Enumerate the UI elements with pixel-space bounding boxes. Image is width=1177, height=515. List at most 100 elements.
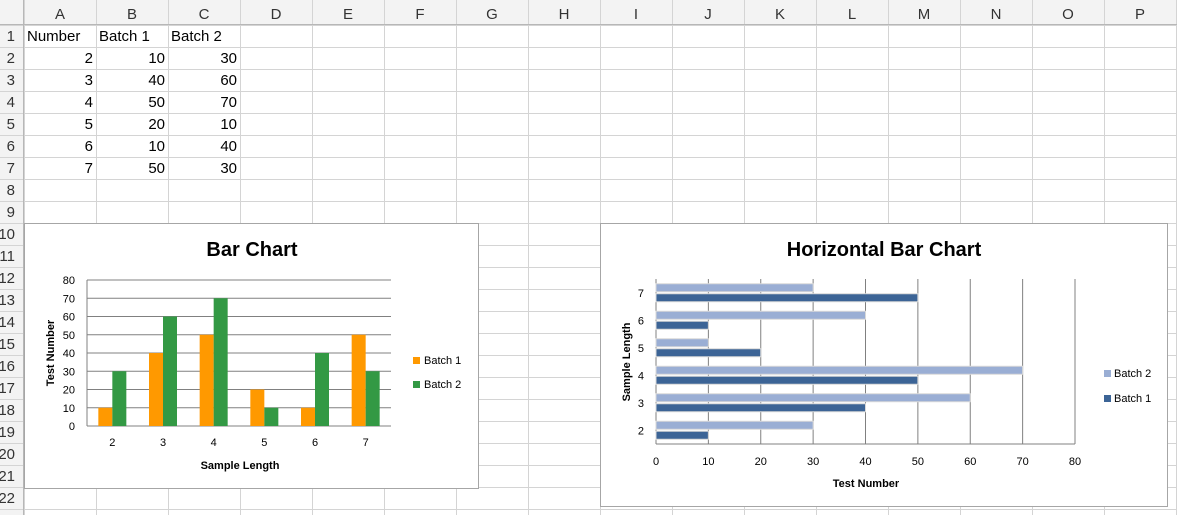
- cell-c2[interactable]: 30: [220, 50, 237, 67]
- bar-batch-1-7[interactable]: [655, 293, 919, 303]
- row-header-11[interactable]: 11: [0, 248, 15, 265]
- cell-a7[interactable]: 7: [85, 160, 93, 177]
- column-header-i[interactable]: I: [634, 6, 638, 23]
- row-header-3[interactable]: 3: [7, 72, 15, 89]
- bar-batch-2-6[interactable]: [315, 353, 329, 426]
- bar-batch-2-4[interactable]: [655, 365, 1024, 375]
- y-tick-label: 3: [638, 398, 644, 410]
- bar-batch-1-5[interactable]: [250, 389, 265, 427]
- x-tick-label: 2: [109, 437, 115, 449]
- column-header-o[interactable]: O: [1062, 6, 1074, 23]
- row-header-13[interactable]: 13: [0, 292, 15, 309]
- bar-batch-1-2[interactable]: [98, 407, 113, 426]
- row-header-22[interactable]: 22: [0, 490, 15, 507]
- bar-batch-2-7[interactable]: [655, 283, 814, 293]
- bar-batch-1-5[interactable]: [655, 348, 762, 358]
- column-header-b[interactable]: B: [127, 6, 137, 23]
- column-header-a[interactable]: A: [55, 6, 65, 23]
- y-tick-label: 4: [638, 370, 644, 382]
- x-tick-label: 3: [160, 437, 166, 449]
- cell-a5[interactable]: 5: [85, 116, 93, 133]
- column-header-f[interactable]: F: [415, 6, 424, 23]
- x-tick-label: 40: [859, 456, 871, 468]
- row-header-19[interactable]: 19: [0, 424, 15, 441]
- cell-b3[interactable]: 40: [148, 72, 165, 89]
- legend-label: Batch 1: [424, 355, 461, 367]
- cell-c3[interactable]: 60: [220, 72, 237, 89]
- row-header-8[interactable]: 8: [7, 182, 15, 199]
- row-header-18[interactable]: 18: [0, 402, 15, 419]
- bar-batch-2-3[interactable]: [655, 393, 971, 403]
- column-header-m[interactable]: M: [918, 6, 931, 23]
- row-header-10[interactable]: 10: [0, 226, 15, 243]
- bar-batch-2-6[interactable]: [655, 310, 866, 320]
- row-header-17[interactable]: 17: [0, 380, 15, 397]
- bar-batch-2-2[interactable]: [655, 420, 814, 430]
- cell-c6[interactable]: 40: [220, 138, 237, 155]
- row-header-7[interactable]: 7: [7, 160, 15, 177]
- cell-b7[interactable]: 50: [148, 160, 165, 177]
- bar-batch-2-5[interactable]: [655, 338, 709, 348]
- column-header-e[interactable]: E: [343, 6, 353, 23]
- cell-b2[interactable]: 10: [148, 50, 165, 67]
- bar-batch-2-4[interactable]: [213, 298, 228, 426]
- legend-label: Batch 2: [424, 379, 461, 391]
- bar-batch-1-6[interactable]: [301, 407, 315, 426]
- y-tick-label: 10: [63, 403, 75, 415]
- row-header-20[interactable]: 20: [0, 446, 15, 463]
- column-header-p[interactable]: P: [1135, 6, 1145, 23]
- cell-a4[interactable]: 4: [85, 94, 93, 111]
- cell-b1[interactable]: Batch 1: [99, 28, 150, 45]
- chart-title: Bar Chart: [206, 239, 297, 261]
- row-header-15[interactable]: 15: [0, 336, 15, 353]
- cell-a6[interactable]: 6: [85, 138, 93, 155]
- cell-a1[interactable]: Number: [27, 28, 80, 45]
- row-header-6[interactable]: 6: [7, 138, 15, 155]
- cell-c7[interactable]: 30: [220, 160, 237, 177]
- cell-b4[interactable]: 50: [148, 94, 165, 111]
- column-header-l[interactable]: L: [848, 6, 856, 23]
- column-header-k[interactable]: K: [775, 6, 785, 23]
- bar-batch-2-3[interactable]: [163, 316, 177, 427]
- bar-batch-1-6[interactable]: [655, 320, 709, 330]
- cell-c4[interactable]: 70: [220, 94, 237, 111]
- column-header-h[interactable]: H: [559, 6, 570, 23]
- cell-c5[interactable]: 10: [220, 116, 237, 133]
- column-header-j[interactable]: J: [704, 6, 712, 23]
- x-tick-label: 6: [312, 437, 318, 449]
- row-header-12[interactable]: 12: [0, 270, 15, 287]
- cell-a3[interactable]: 3: [85, 72, 93, 89]
- bar-chart[interactable]: Bar Chart Test Number Sample Length 0 10 2…: [24, 223, 479, 489]
- column-header-d[interactable]: D: [271, 6, 282, 23]
- row-header-14[interactable]: 14: [0, 314, 15, 331]
- y-tick-label: 20: [63, 385, 75, 397]
- cell-b5[interactable]: 20: [148, 116, 165, 133]
- cell-b6[interactable]: 10: [148, 138, 165, 155]
- row-header-9[interactable]: 9: [7, 204, 15, 221]
- row-header-16[interactable]: 16: [0, 358, 15, 375]
- column-header-g[interactable]: G: [486, 6, 498, 23]
- cell-c1[interactable]: Batch 2: [171, 28, 222, 45]
- bar-batch-1-4[interactable]: [199, 334, 214, 426]
- bar-batch-1-4[interactable]: [655, 375, 919, 385]
- bar-batch-2-5[interactable]: [264, 407, 279, 426]
- row-header-5[interactable]: 5: [7, 116, 15, 133]
- cell-a2[interactable]: 2: [85, 50, 93, 67]
- bar-batch-2-7[interactable]: [365, 371, 380, 426]
- y-tick-label: 60: [63, 312, 75, 324]
- row-header-4[interactable]: 4: [7, 94, 15, 111]
- bar-batch-1-7[interactable]: [351, 334, 366, 426]
- y-axis-label: Test Number: [45, 319, 57, 386]
- legend: Batch 2 Batch 1: [1104, 368, 1151, 405]
- row-header-2[interactable]: 2: [7, 50, 15, 67]
- row-header-1[interactable]: 1: [7, 28, 15, 45]
- bar-batch-2-2[interactable]: [112, 371, 127, 426]
- row-header-21[interactable]: 21: [0, 468, 15, 485]
- horizontal-bar-chart[interactable]: Horizontal Bar Chart Sample Length Test …: [600, 223, 1168, 507]
- bar-batch-1-3[interactable]: [655, 403, 866, 413]
- bar-batch-1-2[interactable]: [655, 430, 709, 440]
- y-tick-label: 2: [638, 425, 644, 437]
- column-header-n[interactable]: N: [991, 6, 1002, 23]
- column-header-c[interactable]: C: [199, 6, 210, 23]
- bar-batch-1-3[interactable]: [149, 353, 163, 426]
